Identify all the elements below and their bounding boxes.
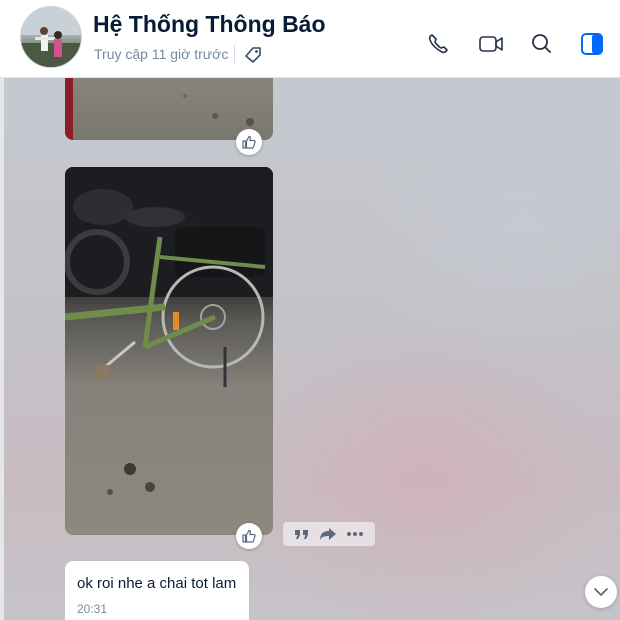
message-list[interactable]: ok roi nhe a chai tot lam 20:31 bbox=[0, 78, 620, 620]
quote-icon bbox=[294, 530, 308, 539]
tag-button[interactable] bbox=[242, 44, 264, 66]
conversation-info-button[interactable] bbox=[578, 30, 606, 58]
react-button[interactable] bbox=[236, 523, 262, 549]
more-button[interactable] bbox=[346, 531, 364, 537]
message-text: ok roi nhe a chai tot lam bbox=[77, 575, 237, 592]
avatar-image bbox=[21, 7, 81, 67]
phone-icon bbox=[428, 34, 448, 54]
image-content bbox=[65, 167, 273, 495]
chat-header: Hệ Thống Thông Báo Truy cập 11 giờ trước bbox=[0, 0, 620, 78]
thumbs-up-icon bbox=[242, 529, 256, 543]
image-message[interactable] bbox=[65, 167, 273, 535]
message-actions bbox=[283, 522, 375, 546]
divider bbox=[234, 45, 235, 63]
search-button[interactable] bbox=[528, 30, 556, 58]
reply-button[interactable] bbox=[294, 527, 310, 541]
tag-icon bbox=[245, 47, 261, 63]
call-button[interactable] bbox=[424, 30, 452, 58]
video-icon bbox=[479, 36, 503, 52]
text-message[interactable]: ok roi nhe a chai tot lam 20:31 bbox=[65, 561, 249, 620]
message-time: 20:31 bbox=[77, 602, 108, 616]
last-active-status: Truy cập 11 giờ trước bbox=[94, 46, 229, 62]
react-button[interactable] bbox=[236, 129, 262, 155]
forward-button[interactable] bbox=[319, 527, 337, 541]
scroll-to-bottom-button[interactable] bbox=[585, 576, 617, 608]
share-icon bbox=[319, 528, 336, 540]
thumbs-up-icon bbox=[242, 135, 256, 149]
video-call-button[interactable] bbox=[477, 30, 505, 58]
search-icon bbox=[532, 34, 551, 53]
more-icon bbox=[347, 532, 364, 536]
sidebar-toggle-icon bbox=[581, 33, 603, 55]
chevron-down-icon bbox=[594, 588, 608, 596]
avatar[interactable] bbox=[20, 6, 82, 68]
conversation-title: Hệ Thống Thông Báo bbox=[93, 11, 326, 37]
